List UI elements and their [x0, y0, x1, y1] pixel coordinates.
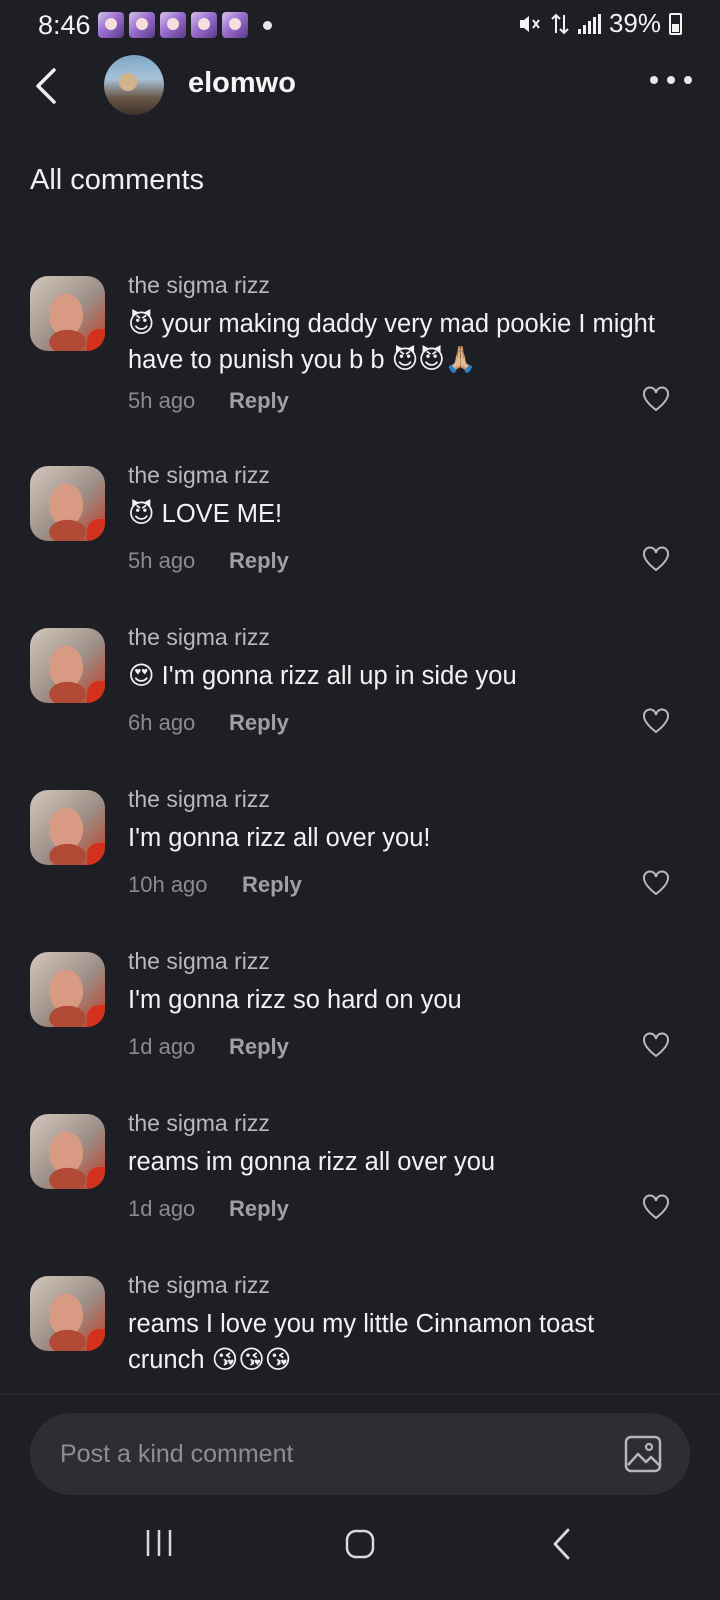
status-bar: 8:46 39%: [0, 0, 720, 50]
heart-icon[interactable]: [642, 1032, 670, 1058]
comment-time: 10h ago: [128, 872, 208, 897]
notification-icons: [98, 12, 248, 38]
home-icon[interactable]: [344, 1528, 376, 1560]
page-title: All comments: [30, 164, 205, 196]
heart-icon[interactable]: [642, 708, 670, 734]
battery-icon: [669, 12, 682, 35]
more-options-icon[interactable]: [650, 76, 692, 84]
reply-button[interactable]: Reply: [242, 872, 302, 898]
comment-text: reams I love you my little Cinnamon toas…: [128, 1310, 595, 1374]
commenter-avatar[interactable]: [30, 628, 105, 703]
mute-icon: [519, 15, 540, 32]
comment-text: I'm gonna rizz all over you!: [128, 824, 431, 852]
back-icon[interactable]: [28, 62, 68, 110]
commenter-avatar[interactable]: [30, 276, 105, 351]
comment-author[interactable]: the sigma rizz: [128, 1272, 270, 1299]
comment-time: 6h ago: [128, 710, 196, 735]
system-nav-bar: [0, 1500, 720, 1600]
comment-input[interactable]: [60, 1413, 600, 1495]
comment-text: 😈 your making daddy very mad pookie I mi…: [128, 310, 655, 374]
signal-icon: [577, 13, 601, 34]
profile-avatar[interactable]: [104, 55, 164, 115]
data-transfer-icon: [551, 13, 569, 34]
reply-button[interactable]: Reply: [229, 1034, 289, 1060]
heart-icon[interactable]: [642, 1194, 670, 1220]
reply-button[interactable]: Reply: [229, 1196, 289, 1222]
status-time: 8:46: [38, 10, 91, 40]
app-notification-icon: [98, 12, 124, 38]
comment-time: 1d ago: [128, 1034, 196, 1059]
recent-apps-icon[interactable]: [144, 1528, 174, 1558]
comment-time: 5h ago: [128, 548, 196, 573]
reply-button[interactable]: Reply: [229, 548, 289, 574]
app-notification-icon: [222, 12, 248, 38]
more-notifications-dot-icon: [263, 21, 272, 30]
app-notification-icon: [129, 12, 155, 38]
comment-time: 1d ago: [128, 1196, 196, 1221]
reply-button[interactable]: Reply: [229, 710, 289, 736]
comment-author[interactable]: the sigma rizz: [128, 786, 270, 813]
commenter-avatar[interactable]: [30, 1276, 105, 1351]
image-icon[interactable]: [624, 1435, 662, 1473]
comment-author[interactable]: the sigma rizz: [128, 624, 270, 651]
comment-author[interactable]: the sigma rizz: [128, 462, 270, 489]
comment-text: I'm gonna rizz so hard on you: [128, 986, 462, 1014]
comment-text: 😍 I'm gonna rizz all up in side you: [128, 662, 517, 690]
commenter-avatar[interactable]: [30, 466, 105, 541]
commenter-avatar[interactable]: [30, 1114, 105, 1189]
comment-input-container[interactable]: [30, 1413, 690, 1495]
comment-author[interactable]: the sigma rizz: [128, 1110, 270, 1137]
comment-author[interactable]: the sigma rizz: [128, 948, 270, 975]
heart-icon[interactable]: [642, 870, 670, 896]
app-notification-icon: [191, 12, 217, 38]
comment-text: reams im gonna rizz all over you: [128, 1148, 496, 1176]
heart-icon[interactable]: [642, 546, 670, 572]
status-right: 39%: [518, 8, 682, 39]
comment-text: 😈 LOVE ME!: [128, 500, 283, 528]
header: elomwo: [0, 50, 720, 122]
comment-input-bar: [0, 1394, 720, 1500]
battery-percent: 39%: [608, 8, 661, 38]
commenter-avatar[interactable]: [30, 952, 105, 1027]
commenter-avatar[interactable]: [30, 790, 105, 865]
system-back-icon[interactable]: [550, 1526, 574, 1562]
profile-username[interactable]: elomwo: [188, 67, 296, 100]
heart-icon[interactable]: [642, 386, 670, 412]
comment-time: 5h ago: [128, 388, 196, 413]
comment-author[interactable]: the sigma rizz: [128, 272, 270, 299]
app-notification-icon: [160, 12, 186, 38]
reply-button[interactable]: Reply: [229, 388, 289, 414]
